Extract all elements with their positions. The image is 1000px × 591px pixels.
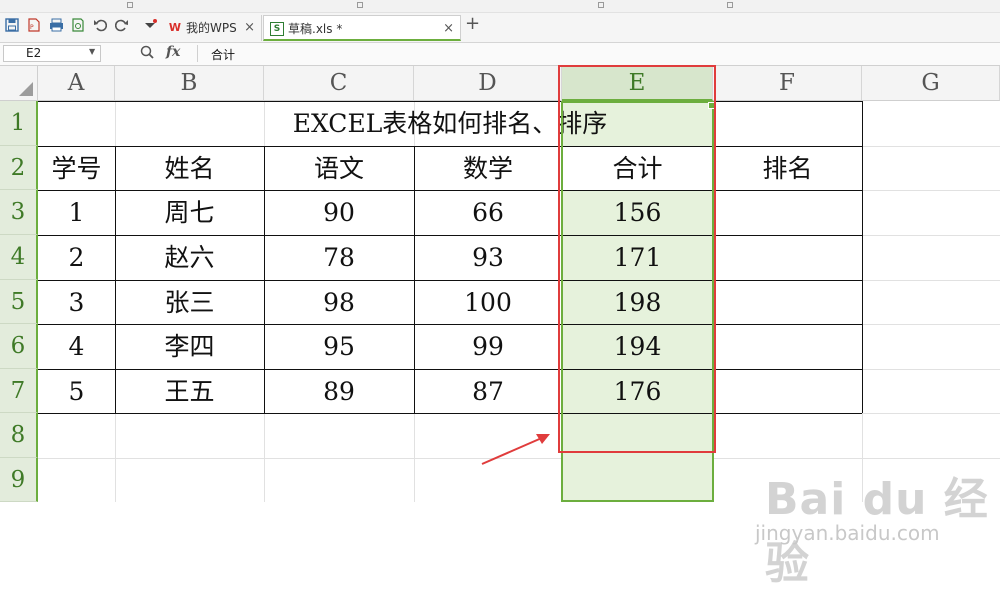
table-cell[interactable]: 87	[414, 370, 562, 413]
print-icon[interactable]	[48, 18, 64, 34]
formula-input[interactable]: 合计	[211, 46, 235, 63]
save-icon[interactable]	[4, 18, 20, 34]
tab-draft-xls[interactable]: S 草稿.xls * ×	[263, 15, 461, 41]
table-cell[interactable]: 99	[414, 325, 562, 369]
annotation-highlight-box	[558, 65, 716, 453]
table-cell[interactable]: 95	[264, 325, 414, 369]
table-cell[interactable]: 李四	[115, 325, 264, 369]
table-cell[interactable]: 1	[38, 191, 115, 235]
table-cell[interactable]	[713, 325, 862, 369]
table-cell[interactable]: 4	[38, 325, 115, 369]
header-cell[interactable]: 语文	[264, 147, 414, 190]
tab-label: 草稿.xls *	[288, 22, 343, 36]
toolbar-strip	[0, 0, 1000, 13]
tab-my-wps[interactable]: W 我的WPS ×	[162, 15, 262, 41]
table-cell[interactable]: 2	[38, 236, 115, 280]
table-cell[interactable]	[713, 191, 862, 235]
customize-icon[interactable]	[142, 18, 158, 34]
chevron-down-icon[interactable]: ▼	[89, 47, 95, 56]
zoom-icon[interactable]	[140, 45, 154, 63]
table-cell[interactable]: 93	[414, 236, 562, 280]
spreadsheet-grid[interactable]: A B C D E F G 1 2 3 4 5 6 7 8 9 EXCEL表格如…	[0, 65, 1000, 589]
header-cell[interactable]: 数学	[414, 147, 562, 190]
redo-icon[interactable]	[114, 18, 130, 34]
new-tab-button[interactable]: +	[465, 13, 480, 35]
table-cell[interactable]: 3	[38, 281, 115, 324]
ribbon-group-marker	[127, 2, 133, 8]
table-cell[interactable]: 90	[264, 191, 414, 235]
fx-icon[interactable]: fx	[166, 44, 180, 60]
table-cell[interactable]: 78	[264, 236, 414, 280]
excel-file-icon: S	[270, 22, 284, 36]
table-cell[interactable]: 100	[414, 281, 562, 324]
table-title[interactable]: EXCEL表格如何排名、排序	[38, 102, 862, 146]
ribbon-group-marker	[727, 2, 733, 8]
print-preview-icon[interactable]	[70, 18, 86, 34]
ribbon-group-marker	[598, 2, 604, 8]
close-icon[interactable]: ×	[443, 16, 454, 42]
wps-logo-icon: W	[168, 21, 182, 34]
table-cell[interactable]: 周七	[115, 191, 264, 235]
header-cell[interactable]: 学号	[38, 147, 115, 190]
tab-bar: P W 我的WPS × S 草稿.xls * × +	[0, 13, 1000, 43]
name-box[interactable]: E2	[3, 45, 101, 62]
table-cell[interactable]: 5	[38, 370, 115, 413]
table-cell[interactable]	[713, 281, 862, 324]
export-pdf-icon[interactable]: P	[26, 18, 42, 34]
ribbon-group-marker	[357, 2, 363, 8]
formula-bar: E2 ▼ fx 合计	[0, 43, 1000, 66]
table-cell[interactable]: 张三	[115, 281, 264, 324]
table-cell[interactable]: 王五	[115, 370, 264, 413]
table-cell[interactable]: 赵六	[115, 236, 264, 280]
table-cell[interactable]: 98	[264, 281, 414, 324]
table-cell[interactable]: 89	[264, 370, 414, 413]
table-cell[interactable]	[713, 370, 862, 413]
table-cell[interactable]: 66	[414, 191, 562, 235]
watermark-url: jingyan.baidu.com	[755, 521, 940, 545]
table-cell[interactable]	[713, 236, 862, 280]
undo-icon[interactable]	[92, 18, 108, 34]
close-icon[interactable]: ×	[244, 15, 255, 41]
header-cell[interactable]: 排名	[713, 147, 862, 190]
tab-label: 我的WPS	[186, 21, 237, 35]
baidu-watermark: Bai du 经验 jingyan.baidu.com	[755, 463, 995, 589]
annotation-arrow-icon	[481, 434, 550, 465]
svg-text:P: P	[30, 24, 34, 31]
divider	[197, 45, 198, 62]
header-cell[interactable]: 姓名	[115, 147, 264, 190]
